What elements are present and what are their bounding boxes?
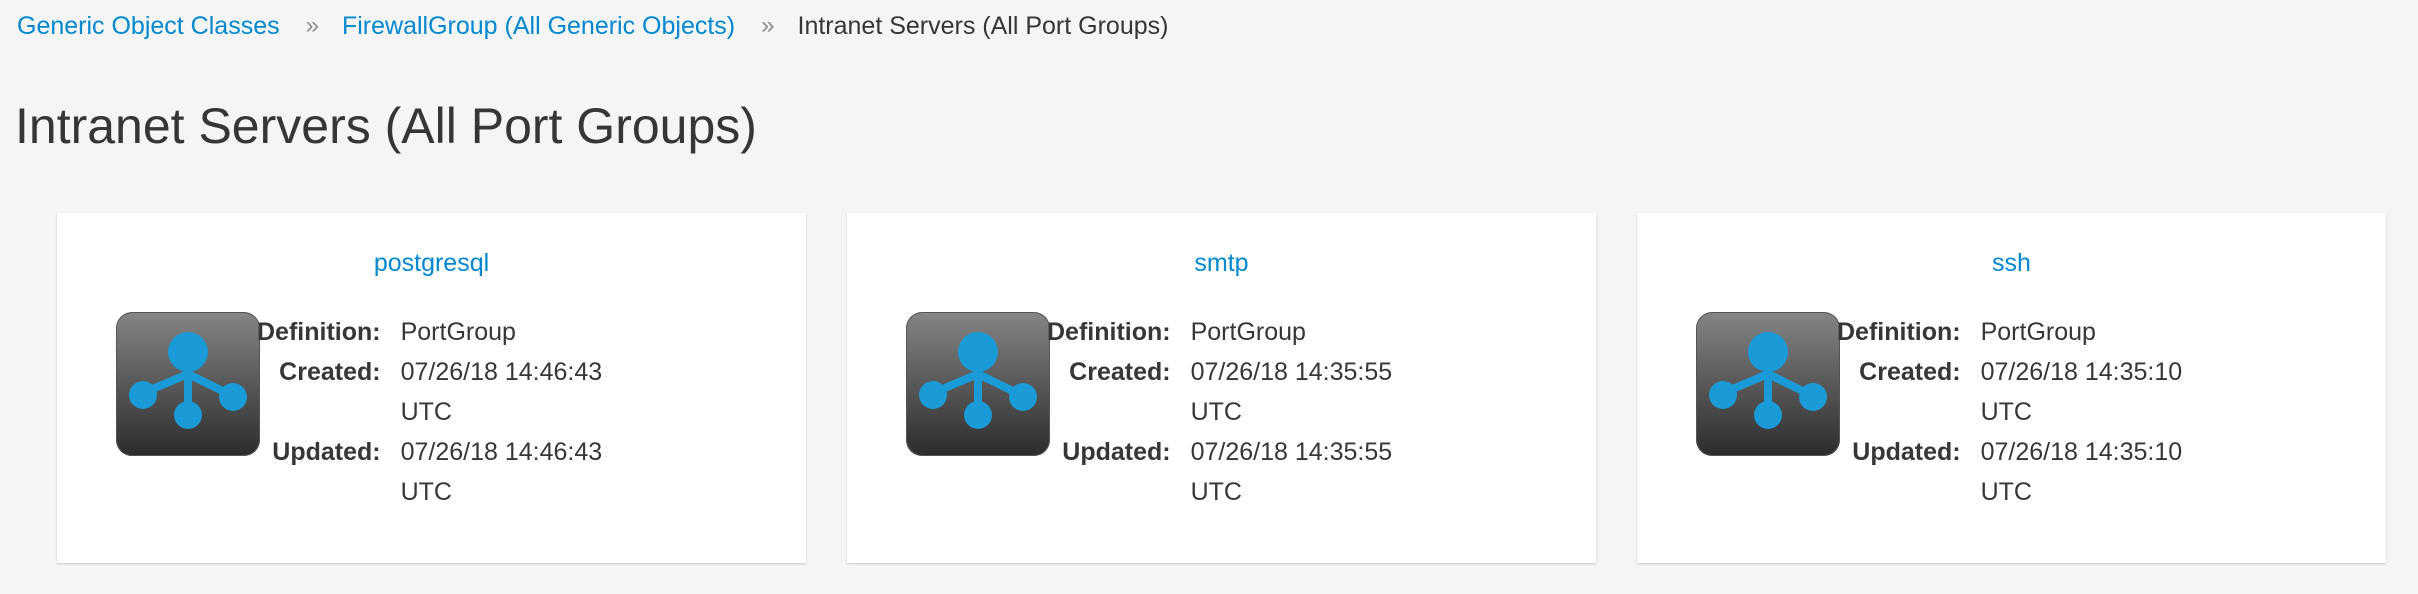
created-value: 07/26/18 14:46:43 UTC xyxy=(400,358,603,426)
updated-value: 07/26/18 14:46:43 UTC xyxy=(400,438,603,506)
breadcrumb-link-generic-object-classes[interactable]: Generic Object Classes xyxy=(17,12,280,41)
port-group-icon[interactable] xyxy=(116,312,260,456)
definition-value: PortGroup xyxy=(1980,318,2096,346)
breadcrumb-link-firewall-group[interactable]: FirewallGroup (All Generic Objects) xyxy=(342,12,735,41)
created-label: Created: xyxy=(279,358,381,386)
updated-value: 07/26/18 14:35:10 UTC xyxy=(1980,438,2183,506)
port-group-icon[interactable] xyxy=(1696,312,1840,456)
card-properties: Definition: PortGroup Created: 07/26/18 … xyxy=(1837,312,2201,512)
card-properties: Definition: PortGroup Created: 07/26/18 … xyxy=(1047,312,1411,512)
updated-label: Updated: xyxy=(272,438,381,466)
generic-object-card: ssh Definition: PortGroup Created: 07/26… xyxy=(1637,213,2386,563)
created-value: 07/26/18 14:35:55 UTC xyxy=(1190,358,1393,426)
card-grid: postgresql Definition: PortGroup Created… xyxy=(57,213,2386,563)
definition-value: PortGroup xyxy=(1190,318,1306,346)
updated-label: Updated: xyxy=(1852,438,1961,466)
card-properties: Definition: PortGroup Created: 07/26/18 … xyxy=(257,312,621,512)
definition-label: Definition: xyxy=(1837,318,1961,346)
definition-label: Definition: xyxy=(257,318,381,346)
breadcrumb: Generic Object Classes » FirewallGroup (… xyxy=(17,8,1168,44)
card-title-link[interactable]: ssh xyxy=(1637,247,2386,279)
definition-value: PortGroup xyxy=(400,318,516,346)
card-title-link[interactable]: postgresql xyxy=(57,247,806,279)
card-title-link[interactable]: smtp xyxy=(847,247,1596,279)
updated-label: Updated: xyxy=(1062,438,1171,466)
breadcrumb-separator: » xyxy=(305,12,319,39)
created-label: Created: xyxy=(1069,358,1171,386)
generic-object-card: postgresql Definition: PortGroup Created… xyxy=(57,213,806,563)
definition-label: Definition: xyxy=(1047,318,1171,346)
breadcrumb-separator: » xyxy=(761,12,774,39)
updated-value: 07/26/18 14:35:55 UTC xyxy=(1190,438,1393,506)
created-label: Created: xyxy=(1859,358,1961,386)
page-title: Intranet Servers (All Port Groups) xyxy=(15,98,757,154)
created-value: 07/26/18 14:35:10 UTC xyxy=(1980,358,2183,426)
breadcrumb-current: Intranet Servers (All Port Groups) xyxy=(797,11,1169,40)
generic-object-card: smtp Definition: PortGroup Created: 07/2… xyxy=(847,213,1596,563)
port-group-icon[interactable] xyxy=(906,312,1050,456)
